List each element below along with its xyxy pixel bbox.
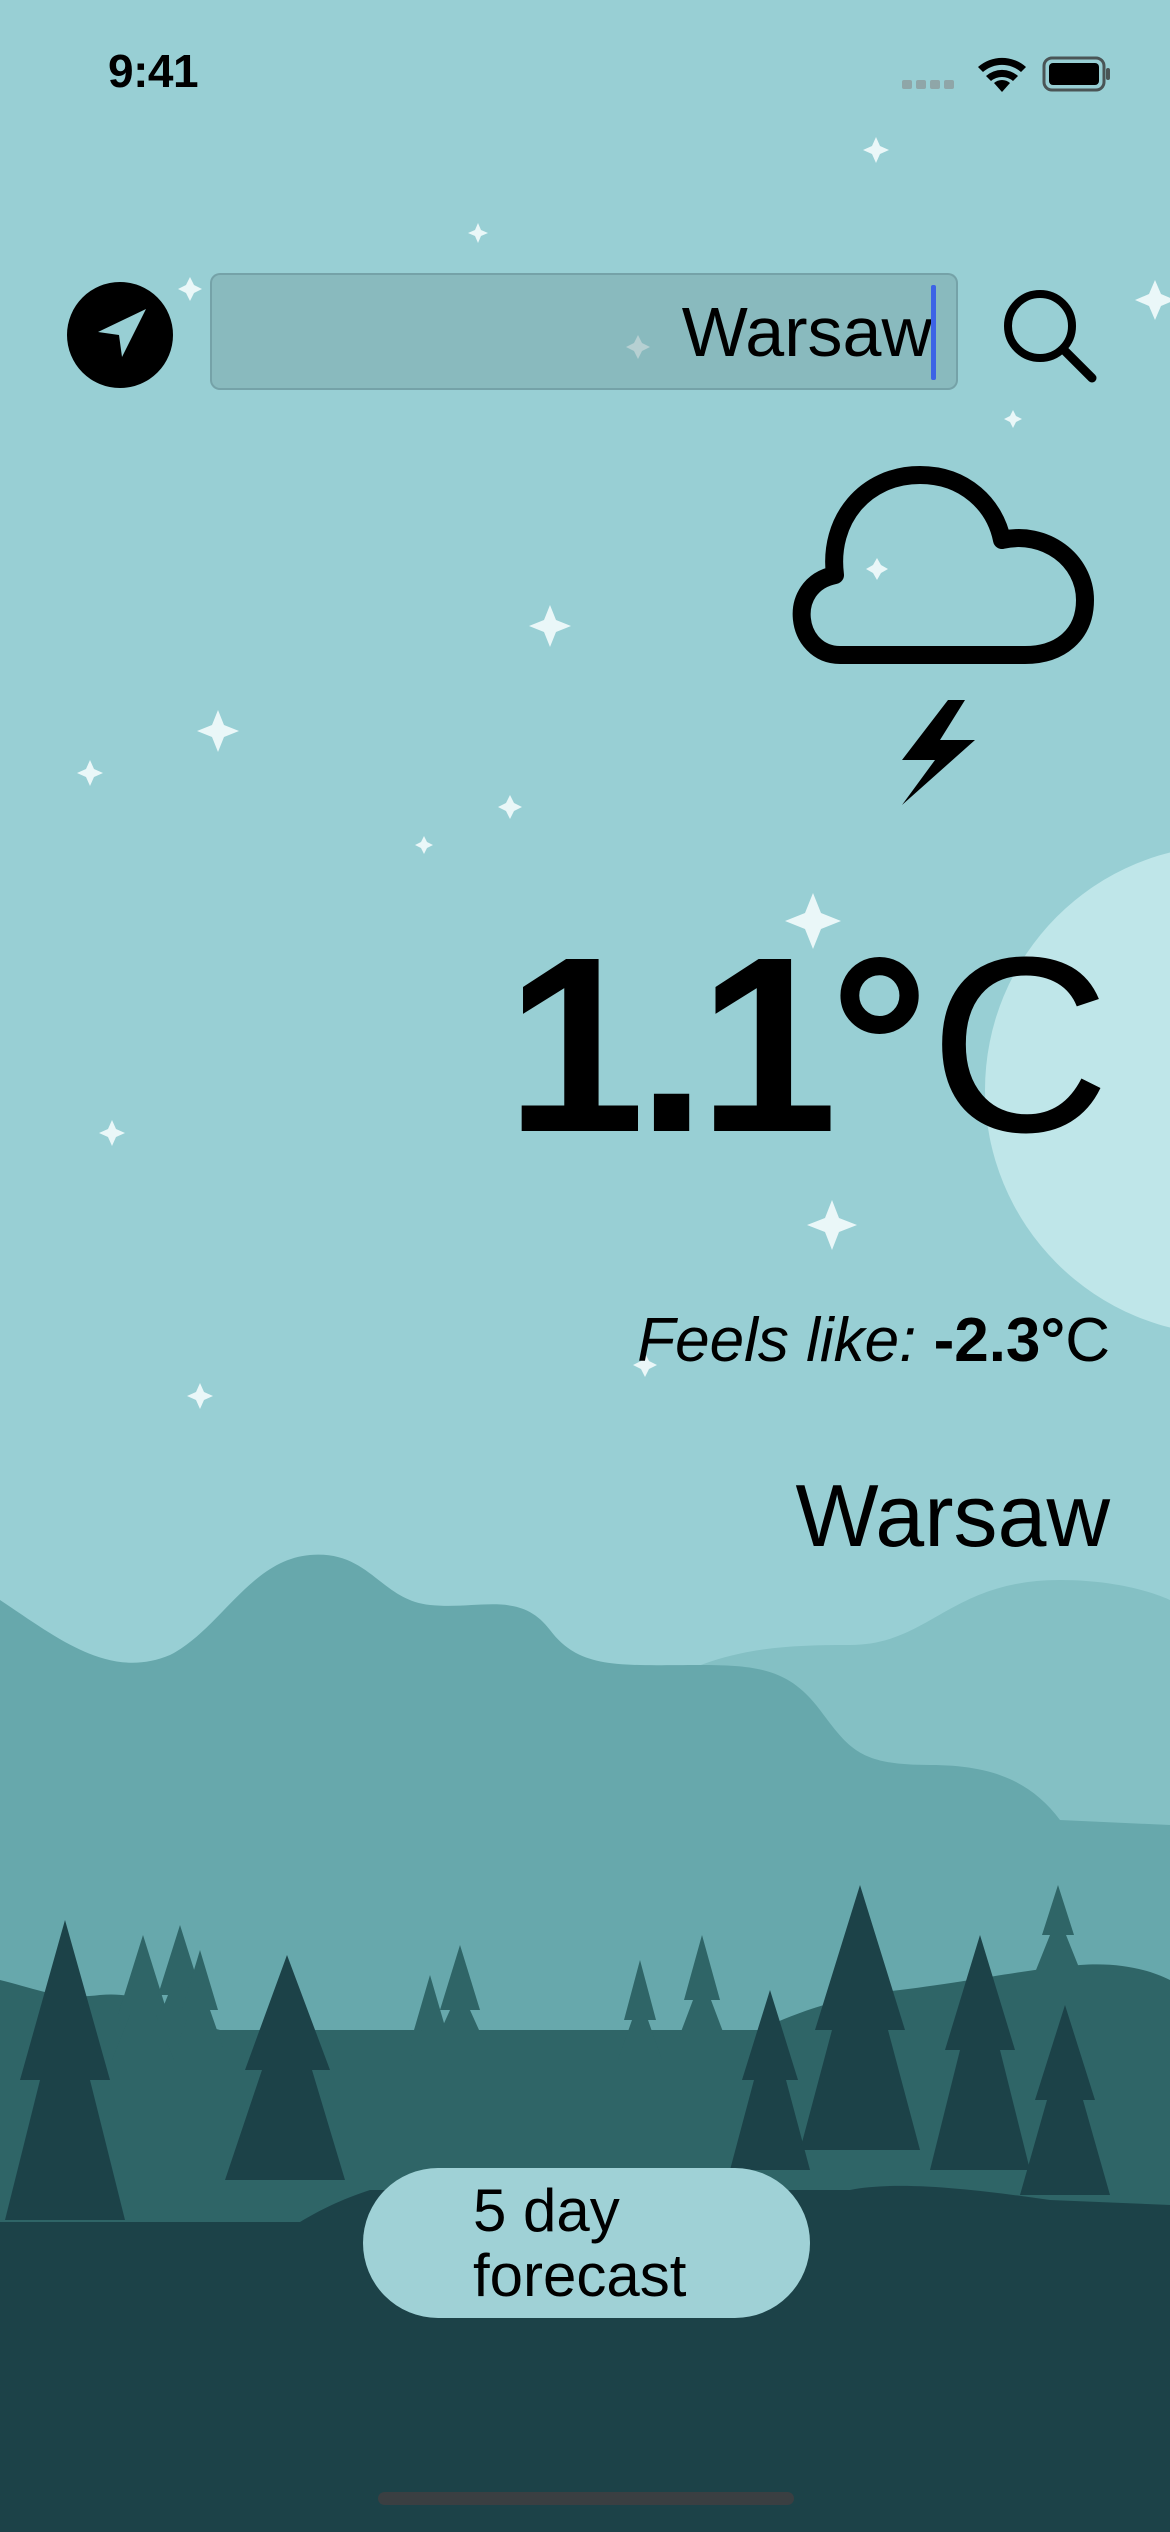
temperature-degree: ° [829, 905, 930, 1184]
feels-like-unit: C [1065, 1306, 1110, 1375]
city-name: Warsaw [795, 1466, 1110, 1565]
temperature-unit: C [929, 905, 1110, 1184]
feels-like: Feels like: -2.3°C [637, 1305, 1110, 1376]
feels-like-value: -2.3 [933, 1306, 1041, 1375]
five-day-forecast-button[interactable]: 5 day forecast [363, 2168, 810, 2318]
search-icon [1004, 290, 1097, 383]
wifi-icon [978, 57, 1026, 92]
status-time: 9:41 [108, 45, 199, 97]
feels-like-degree: ° [1040, 1306, 1066, 1375]
text-caret [931, 285, 936, 380]
home-indicator[interactable] [378, 2492, 794, 2505]
forecast-button-label: 5 day forecast [473, 2178, 703, 2308]
cloud-lightning-icon [792, 466, 1094, 805]
search-button[interactable] [996, 282, 1102, 388]
forecast-label-line1: 5 day [473, 2177, 620, 2244]
cellular-signal-icon [902, 80, 954, 89]
feels-like-label: Feels like: [637, 1306, 917, 1375]
weather-screen: 9:41 Warsaw 1.1°C Feels like: -2.3°C War… [0, 0, 1170, 2532]
location-arrow-icon [98, 309, 146, 357]
search-input-value: Warsaw [681, 293, 932, 371]
temperature-value: 1.1 [505, 905, 838, 1184]
current-location-button[interactable] [67, 282, 173, 388]
forecast-label-line2: forecast [473, 2242, 687, 2309]
battery-icon [1042, 56, 1110, 92]
city-search-input[interactable]: Warsaw [210, 273, 958, 390]
current-temperature: 1.1°C [506, 920, 1110, 1170]
status-icons [902, 50, 1112, 103]
